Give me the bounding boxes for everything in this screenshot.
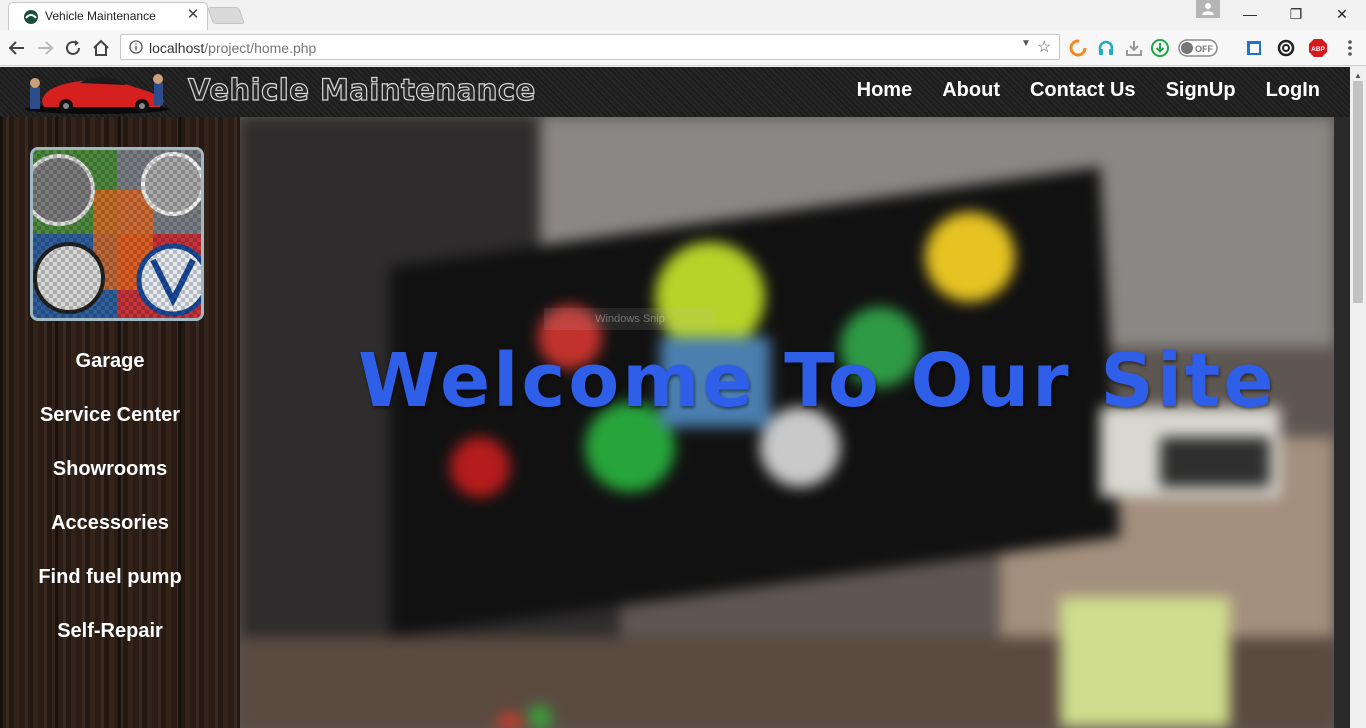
address-bar[interactable]: localhost/project/home.php ▼ ☆ <box>120 34 1060 60</box>
tab-strip: Vehicle Maintenance ✕ ― ❐ ✕ <box>0 0 1366 30</box>
swirl-extension-icon[interactable] <box>1276 38 1296 58</box>
car-brands-collage-icon <box>30 147 204 321</box>
menu-dots-icon[interactable] <box>1340 38 1360 58</box>
brand-title[interactable]: Vehicle Maintenance <box>187 72 535 107</box>
toggle-off-icon[interactable]: OFF <box>1178 39 1218 57</box>
profile-icon[interactable] <box>1196 0 1220 18</box>
adblock-label: ABP <box>1311 46 1325 53</box>
bookmark-star-icon[interactable]: ☆ <box>1037 37 1051 57</box>
url-text: localhost/project/home.php <box>149 40 316 56</box>
site-header: Vehicle Maintenance Home About Contact U… <box>0 67 1350 117</box>
back-icon[interactable] <box>6 37 28 59</box>
browser-toolbar: localhost/project/home.php ▼ ☆ OFF ABP <box>0 30 1366 66</box>
browser-tab[interactable]: Vehicle Maintenance ✕ <box>8 2 208 30</box>
adblock-icon[interactable]: ABP <box>1308 38 1328 58</box>
download-tray-icon[interactable] <box>1124 38 1144 58</box>
snip-overlay-label: Windows Snip <box>544 308 716 330</box>
tab-close-icon[interactable]: ✕ <box>185 7 201 23</box>
hero-title: Welcome To Our Site <box>358 338 1277 424</box>
hero-section: Windows Snip Welcome To Our Site <box>240 117 1334 728</box>
nav-login[interactable]: LogIn <box>1266 79 1320 102</box>
sidebar-item-accessories[interactable]: Accessories <box>0 512 220 566</box>
nav-about[interactable]: About <box>942 79 1000 102</box>
nav-contact-us[interactable]: Contact Us <box>1030 79 1136 102</box>
url-path: /project/home.php <box>204 40 317 56</box>
car-logo-icon[interactable] <box>22 69 172 115</box>
info-icon[interactable] <box>129 40 143 54</box>
headphones-icon[interactable] <box>1096 38 1116 58</box>
toggle-label: OFF <box>1195 44 1213 54</box>
window-close-icon[interactable]: ✕ <box>1330 4 1354 24</box>
sidebar-item-self-repair[interactable]: Self-Repair <box>0 620 220 674</box>
web-page: Vehicle Maintenance Home About Contact U… <box>0 67 1366 728</box>
sidebar: Garage Service Center Showrooms Accessor… <box>0 117 240 728</box>
sidebar-item-service-center[interactable]: Service Center <box>0 404 220 458</box>
page-scrollbar[interactable]: ▲ <box>1350 67 1366 728</box>
nav-signup[interactable]: SignUp <box>1166 79 1236 102</box>
restore-icon[interactable]: ❐ <box>1284 4 1308 24</box>
download-arrow-icon[interactable] <box>1150 38 1170 58</box>
sidebar-menu: Garage Service Center Showrooms Accessor… <box>0 350 220 674</box>
right-edge-band <box>1334 117 1350 728</box>
scroll-thumb[interactable] <box>1353 81 1363 303</box>
scroll-up-icon[interactable]: ▲ <box>1354 71 1362 80</box>
reload-icon[interactable] <box>62 37 84 59</box>
extension-c-icon[interactable] <box>1068 38 1088 58</box>
minimize-icon[interactable]: ― <box>1238 4 1262 24</box>
site-favicon-icon <box>24 10 38 24</box>
sidebar-item-showrooms[interactable]: Showrooms <box>0 458 220 512</box>
top-nav: Home About Contact Us SignUp LogIn <box>857 79 1320 102</box>
sidebar-item-garage[interactable]: Garage <box>0 350 220 404</box>
url-host: localhost <box>149 40 205 56</box>
nav-home[interactable]: Home <box>857 79 913 102</box>
forward-icon[interactable] <box>34 37 56 59</box>
omnibox-dropdown-icon[interactable]: ▼ <box>1021 38 1031 49</box>
new-tab-button[interactable] <box>206 7 246 24</box>
square-extension-icon[interactable] <box>1244 38 1264 58</box>
home-icon[interactable] <box>90 37 112 59</box>
sidebar-item-find-fuel-pump[interactable]: Find fuel pump <box>0 566 220 620</box>
tab-title: Vehicle Maintenance <box>45 9 156 23</box>
